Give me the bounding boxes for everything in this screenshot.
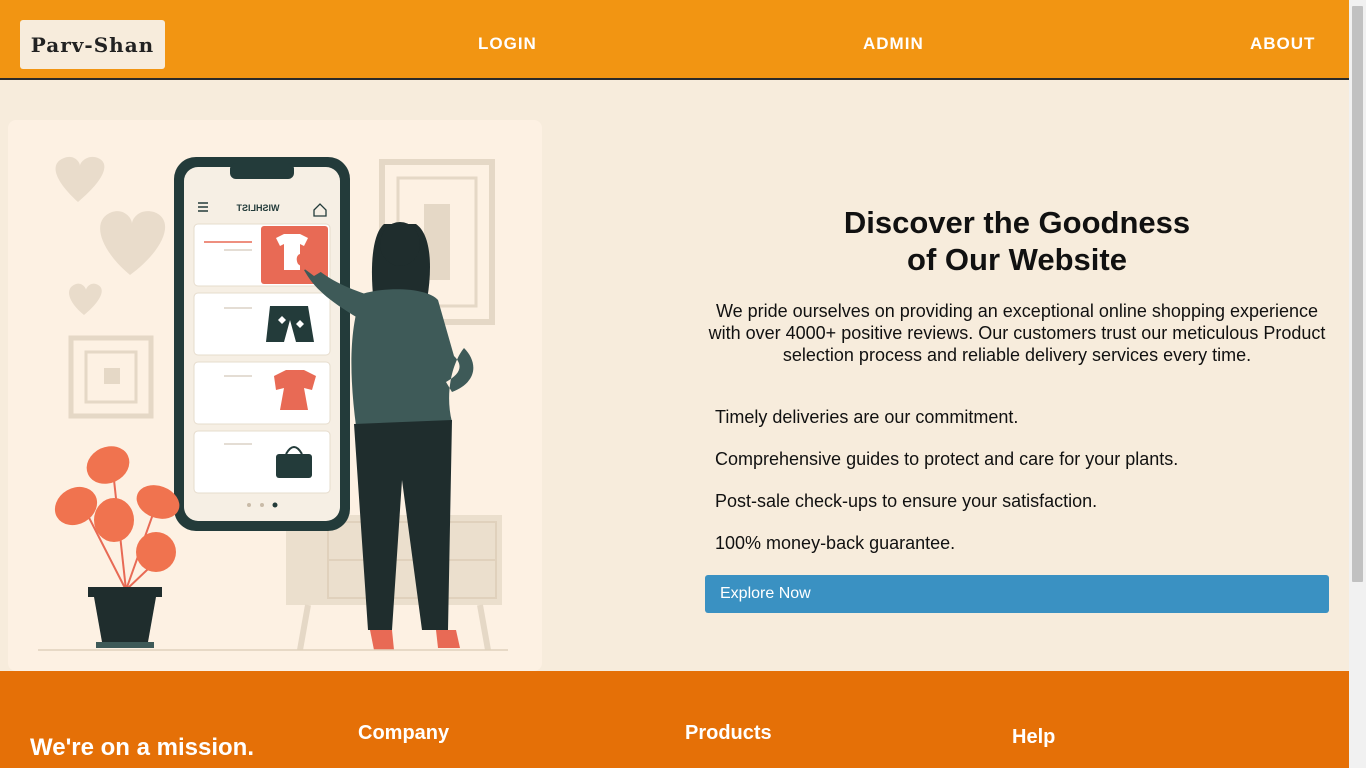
explore-now-button[interactable]: Explore Now (705, 575, 1329, 613)
footer-heading-help: Help (1012, 726, 1056, 748)
footer-mission-text: We're on a mission. (30, 734, 254, 761)
footer-heading-products: Products (685, 722, 772, 744)
hero-title: Discover the Goodness of Our Website (700, 204, 1334, 278)
hero-text-block: Discover the Goodness of Our Website We … (700, 204, 1334, 366)
footer-heading-company: Company (358, 722, 450, 744)
scrollbar-thumb[interactable] (1352, 6, 1363, 582)
site-logo[interactable]: Parv-Shan (20, 20, 165, 69)
hero-title-line-1: Discover the Goodness (843, 205, 1191, 240)
nav-login-link[interactable]: LOGIN (478, 34, 537, 54)
shopping-woman-illustration: WISHLIST (38, 156, 508, 651)
feature-item: Comprehensive guides to protect and care… (715, 449, 1179, 469)
feature-item: 100% money-back guarantee. (715, 533, 956, 553)
page-scrollbar[interactable] (1349, 0, 1366, 768)
footer: We're on a mission. Company Products Hel… (0, 671, 1349, 768)
nav-about-link[interactable]: ABOUT (1250, 34, 1315, 54)
hero-illustration: WISHLIST (8, 120, 542, 671)
feature-item: Post-sale check-ups to ensure your satis… (715, 491, 1098, 511)
hero-title-line-2: of Our Website (907, 242, 1127, 277)
svg-text:WISHLIST: WISHLIST (236, 203, 279, 213)
hero-description: We pride ourselves on providing an excep… (708, 301, 1326, 365)
navbar: Parv-Shan LOGIN ADMIN ABOUT (0, 0, 1349, 80)
feature-item: Timely deliveries are our commitment. (715, 407, 1019, 427)
nav-admin-link[interactable]: ADMIN (863, 34, 924, 54)
